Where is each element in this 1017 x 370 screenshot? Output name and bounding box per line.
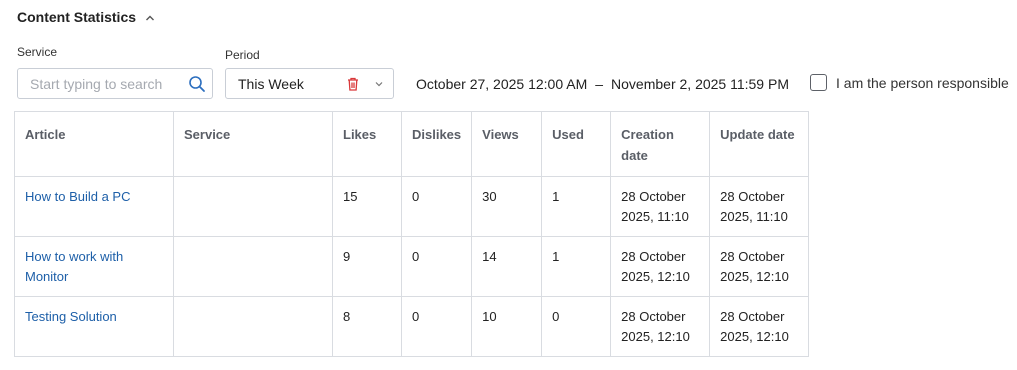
column-header-creation-date[interactable]: Creation date: [610, 111, 711, 177]
used-cell: 0: [541, 296, 612, 357]
range-start: October 27, 2025 12:00 AM: [416, 76, 588, 92]
range-separator: –: [595, 76, 604, 92]
views-cell: 30: [471, 176, 543, 237]
article-link[interactable]: Testing Solution: [14, 296, 174, 357]
article-link[interactable]: How to work with Monitor: [14, 236, 174, 297]
column-header-service[interactable]: Service: [173, 111, 333, 177]
column-header-used[interactable]: Used: [541, 111, 612, 177]
service-cell: [173, 236, 333, 297]
content-statistics-header[interactable]: Content Statistics: [17, 9, 156, 25]
dislikes-cell: 0: [400, 176, 473, 237]
views-cell: 10: [471, 296, 543, 357]
section-title: Content Statistics: [17, 9, 137, 25]
trash-icon[interactable]: [345, 76, 361, 92]
used-cell: 1: [541, 236, 612, 297]
responsible-checkbox[interactable]: [810, 74, 827, 91]
update-date-cell: 28 October 2025, 12:10: [709, 296, 810, 357]
statistics-table: Article Service Likes Dislikes Views Use…: [14, 111, 810, 357]
service-label: Service: [17, 45, 58, 59]
period-date-range: October 27, 2025 12:00 AM – November 2, …: [416, 76, 789, 92]
period-value: This Week: [238, 75, 304, 92]
period-select[interactable]: This Week: [225, 68, 394, 99]
column-header-likes[interactable]: Likes: [332, 111, 402, 177]
column-header-article[interactable]: Article: [14, 111, 174, 177]
table-header-row: Article Service Likes Dislikes Views Use…: [14, 111, 810, 177]
dislikes-cell: 0: [400, 236, 473, 297]
likes-cell: 8: [332, 296, 402, 357]
views-cell: 14: [471, 236, 543, 297]
service-search-field[interactable]: [17, 68, 213, 99]
table-row: Testing Solution 8 0 10 0 28 October 202…: [14, 296, 810, 357]
service-cell: [173, 296, 333, 357]
range-end: November 2, 2025 11:59 PM: [611, 76, 789, 92]
service-cell: [173, 176, 333, 237]
search-icon[interactable]: [188, 75, 206, 93]
creation-date-cell: 28 October 2025, 12:10: [610, 236, 711, 297]
used-cell: 1: [541, 176, 612, 237]
update-date-cell: 28 October 2025, 12:10: [709, 236, 810, 297]
column-header-dislikes[interactable]: Dislikes: [400, 111, 473, 177]
column-header-update-date[interactable]: Update date: [709, 111, 810, 177]
creation-date-cell: 28 October 2025, 12:10: [610, 296, 711, 357]
responsible-label: I am the person responsible: [836, 74, 1009, 91]
chevron-up-icon[interactable]: [144, 11, 156, 23]
update-date-cell: 28 October 2025, 11:10: [709, 176, 810, 237]
service-search-input[interactable]: [30, 75, 188, 92]
dislikes-cell: 0: [400, 296, 473, 357]
period-label: Period: [225, 48, 260, 62]
table-row: How to Build a PC 15 0 30 1 28 October 2…: [14, 176, 810, 237]
table-row: How to work with Monitor 9 0 14 1 28 Oct…: [14, 236, 810, 297]
likes-cell: 15: [332, 176, 402, 237]
column-header-views[interactable]: Views: [471, 111, 543, 177]
responsible-filter[interactable]: I am the person responsible: [810, 74, 1009, 91]
likes-cell: 9: [332, 236, 402, 297]
article-link[interactable]: How to Build a PC: [14, 176, 174, 237]
chevron-down-icon[interactable]: [373, 78, 385, 90]
creation-date-cell: 28 October 2025, 11:10: [610, 176, 711, 237]
